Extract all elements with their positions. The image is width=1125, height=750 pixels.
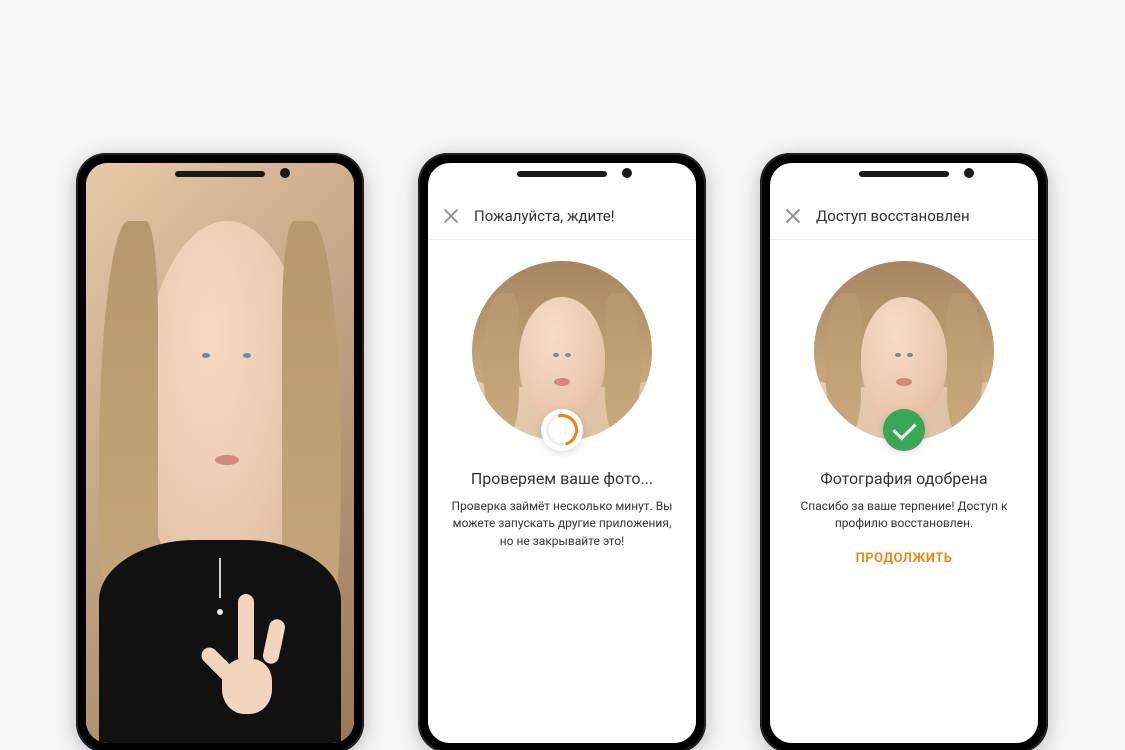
avatar-container bbox=[814, 261, 994, 441]
status-heading: Фотография одобрена bbox=[820, 469, 987, 488]
phone-mockup-3: Доступ восстановлен bbox=[760, 153, 1048, 750]
phone-screen-1 bbox=[86, 163, 354, 743]
phone-speaker bbox=[517, 171, 607, 177]
finger-illustration bbox=[238, 594, 254, 664]
spinner-loading-icon bbox=[541, 409, 583, 451]
screen-content: Проверяем ваше фото... Проверка займёт н… bbox=[428, 239, 696, 743]
phone-camera-dot bbox=[622, 168, 632, 178]
phone-camera-dot bbox=[964, 168, 974, 178]
close-icon[interactable] bbox=[782, 205, 804, 227]
phone-mockup-1 bbox=[76, 153, 364, 750]
app-bar: Доступ восстановлен bbox=[770, 193, 1038, 240]
app-bar-title: Пожалуйста, ждите! bbox=[474, 207, 615, 225]
app-bar-title: Доступ восстановлен bbox=[816, 207, 970, 225]
status-subtext: Проверка займёт несколько минут. Вы може… bbox=[448, 498, 676, 550]
phone-speaker bbox=[859, 171, 949, 177]
phone-camera-dot bbox=[280, 168, 290, 178]
hand-gesture-illustration bbox=[202, 584, 292, 714]
phone-speaker bbox=[175, 171, 265, 177]
close-icon[interactable] bbox=[440, 205, 462, 227]
phone-screen-3: Доступ восстановлен bbox=[770, 163, 1038, 743]
eye-illustration bbox=[243, 353, 251, 358]
avatar-container bbox=[472, 261, 652, 441]
phone-mockup-2: Пожалуйста, ждите! bbox=[418, 153, 706, 750]
lips-illustration bbox=[215, 455, 239, 465]
finger-illustration bbox=[261, 618, 286, 665]
status-subtext: Спасибо за ваше терпение! Доступ к профи… bbox=[790, 498, 1018, 533]
selfie-photo bbox=[86, 163, 354, 743]
continue-button[interactable]: ПРОДОЛЖИТЬ bbox=[856, 551, 953, 566]
app-bar: Пожалуйста, ждите! bbox=[428, 193, 696, 240]
phone-screen-2: Пожалуйста, ждите! bbox=[428, 163, 696, 743]
success-check-icon bbox=[883, 409, 925, 451]
eye-illustration bbox=[202, 353, 210, 358]
status-heading: Проверяем ваше фото... bbox=[471, 469, 653, 488]
stage: Пожалуйста, ждите! bbox=[0, 0, 1125, 750]
screen-content: Фотография одобрена Спасибо за ваше терп… bbox=[770, 239, 1038, 743]
